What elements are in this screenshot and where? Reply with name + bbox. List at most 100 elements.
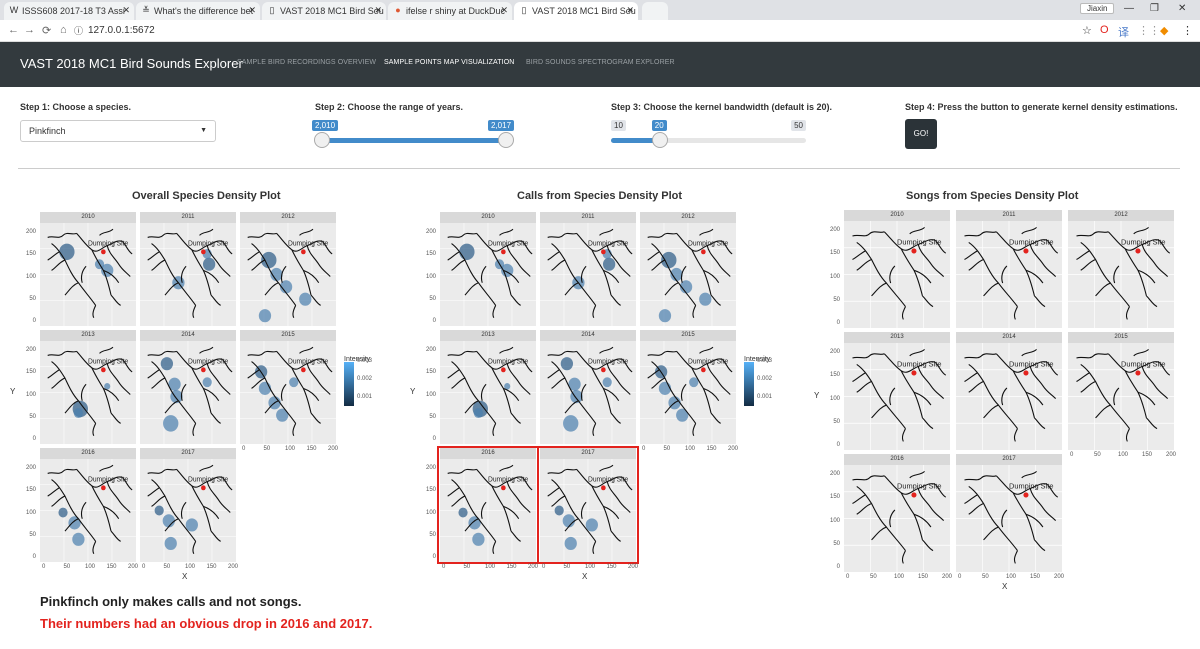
tab-recordings-overview[interactable]: SAMPLE BIRD RECORDINGS OVERVIEW xyxy=(237,59,376,66)
browser-tab-3[interactable]: ▯ VAST 2018 MC1 Bird Sou ✕ xyxy=(262,2,386,20)
close-icon[interactable]: ✕ xyxy=(122,5,130,16)
close-window-icon[interactable]: ✕ xyxy=(1178,3,1186,14)
dumping-site-label: Dumping Site xyxy=(1009,238,1053,247)
x-tick-label: 150 xyxy=(918,574,929,580)
dumping-site-marker xyxy=(501,367,506,373)
url-input[interactable]: ⓘ 127.0.0.1:5672 xyxy=(74,23,1074,39)
browser-tab-5[interactable]: ▯ VAST 2018 MC1 Bird Sou ✕ xyxy=(514,2,638,20)
forward-icon[interactable]: → xyxy=(24,24,35,36)
browser-tab-4[interactable]: ● ifelse r shiny at DuckDuc ✕ xyxy=(388,2,512,20)
legend-colorbar xyxy=(744,362,754,406)
profile-badge[interactable]: Jiaxin xyxy=(1080,3,1115,14)
close-icon[interactable]: ✕ xyxy=(248,5,256,16)
tab-points-map[interactable]: SAMPLE POINTS MAP VISUALIZATION xyxy=(384,59,514,66)
facet-strip-label: 2013 xyxy=(440,330,536,341)
year-range-slider[interactable]: 2,010 2,017 xyxy=(312,118,515,150)
tab-spectrogram-explorer[interactable]: BIRD SOUNDS SPECTROGRAM EXPLORER xyxy=(526,59,675,66)
facet-map: Dumping Site xyxy=(844,343,950,450)
dumping-site-marker xyxy=(201,367,206,373)
stackexchange-icon: ≚ xyxy=(142,5,150,15)
translate-icon[interactable]: 译 xyxy=(1118,24,1129,40)
tab-title: ISSS608 2017-18 T3 Assi xyxy=(22,6,125,16)
highlight-box xyxy=(437,446,539,564)
density-blob xyxy=(299,292,312,306)
dumping-site-label: Dumping Site xyxy=(688,240,728,247)
species-select[interactable]: Pinkfinch ▼ xyxy=(20,120,216,142)
density-blob xyxy=(164,536,177,551)
songs-plot-title: Songs from Species Density Plot xyxy=(906,190,1079,202)
x-tick-label: 200 xyxy=(1054,574,1065,580)
density-blob xyxy=(261,251,277,269)
menu-icon[interactable]: ⋮ xyxy=(1182,24,1193,37)
y-tick-label: 150 xyxy=(425,487,436,494)
bandwidth-slider[interactable]: 10 20 50 xyxy=(611,118,806,150)
dumping-site-label: Dumping Site xyxy=(588,240,628,247)
home-icon[interactable]: ⌂ xyxy=(60,24,67,36)
y-tick-label: 150 xyxy=(25,369,36,376)
density-blob xyxy=(68,516,81,530)
go-button[interactable]: GO! xyxy=(905,119,937,149)
facet-2010: 2010 Dumping Site xyxy=(844,210,950,328)
step2-label: Step 2: Choose the range of years. xyxy=(315,102,464,112)
grid-icon[interactable]: ⋮⋮ xyxy=(1138,24,1160,37)
minimize-icon[interactable]: — xyxy=(1124,3,1134,14)
browser-tab-2[interactable]: ≚ What's the difference bet ✕ xyxy=(136,2,260,20)
x-tick-label: 200 xyxy=(528,564,539,570)
y-tick-label: 0 xyxy=(836,320,840,326)
x-tick-label: 200 xyxy=(1166,452,1177,458)
dumping-site-marker xyxy=(1135,370,1141,376)
density-blob xyxy=(160,357,174,371)
facet-strip-label: 2011 xyxy=(540,212,636,223)
x-tick-label: 50 xyxy=(63,564,71,570)
y-tick-label: 0 xyxy=(32,436,36,442)
tab-title: What's the difference bet xyxy=(154,6,254,16)
x-tick-label: 150 xyxy=(606,564,617,570)
x-tick-label: 200 xyxy=(228,564,239,570)
reload-icon[interactable]: ⟳ xyxy=(42,24,51,37)
density-blob xyxy=(459,243,475,261)
year-max-handle[interactable] xyxy=(498,132,514,148)
dumping-site-marker xyxy=(911,248,917,254)
density-blob xyxy=(661,251,677,269)
new-tab-button[interactable] xyxy=(642,2,668,20)
facet-2014: 2014 Dumping Site xyxy=(540,330,636,444)
facet-strip-label: 2013 xyxy=(844,332,950,343)
step3-label: Step 3: Choose the kernel bandwidth (def… xyxy=(611,102,833,112)
density-blob xyxy=(162,514,175,528)
info-icon: ⓘ xyxy=(74,26,84,36)
x-tick-label: 200 xyxy=(128,564,139,570)
opera-icon[interactable]: O xyxy=(1100,24,1109,36)
dumping-site-marker xyxy=(1023,370,1029,376)
close-icon[interactable]: ✕ xyxy=(626,5,634,16)
close-icon[interactable]: ✕ xyxy=(500,5,508,16)
address-bar-row: ← → ⟳ ⌂ ⓘ 127.0.0.1:5672 ☆ O 译 ⋮⋮ ◆ ⋮ xyxy=(0,20,1200,42)
facet-strip-label: 2015 xyxy=(240,330,336,341)
density-blob xyxy=(276,408,289,422)
density-blob xyxy=(202,377,212,388)
browser-tab-1[interactable]: W ISSS608 2017-18 T3 Assi ✕ xyxy=(4,2,134,20)
restore-icon[interactable]: ❐ xyxy=(1150,3,1159,14)
step4-label: Step 4: Press the button to generate ker… xyxy=(905,102,1178,112)
bandwidth-max-label: 50 xyxy=(791,120,806,131)
dumping-site-marker xyxy=(501,249,506,255)
x-axis-title: X xyxy=(1002,582,1008,591)
facet-2012: 2012 Dumping Site xyxy=(240,212,336,326)
dumping-site-label: Dumping Site xyxy=(897,238,941,247)
facet-2015: 2015 Dumping Site xyxy=(1068,332,1174,450)
dumping-site-marker xyxy=(201,249,206,255)
back-icon[interactable]: ← xyxy=(8,24,19,36)
close-icon[interactable]: ✕ xyxy=(374,5,382,16)
facet-strip-label: 2014 xyxy=(140,330,236,341)
facet-map: Dumping Site xyxy=(640,223,736,326)
dumping-site-marker xyxy=(1023,248,1029,254)
dumping-site-label: Dumping Site xyxy=(488,358,528,365)
wikipedia-icon: W xyxy=(9,5,19,15)
extension-icon[interactable]: ◆ xyxy=(1160,24,1168,37)
x-tick-label: 150 xyxy=(1030,574,1041,580)
legend-tick-label: 0.002 xyxy=(757,376,773,382)
year-min-handle[interactable] xyxy=(314,132,330,148)
bookmark-star-icon[interactable]: ☆ xyxy=(1082,24,1092,37)
bandwidth-handle[interactable] xyxy=(651,132,668,148)
x-tick-label: 0 xyxy=(242,446,246,452)
y-tick-label: 150 xyxy=(829,250,840,257)
